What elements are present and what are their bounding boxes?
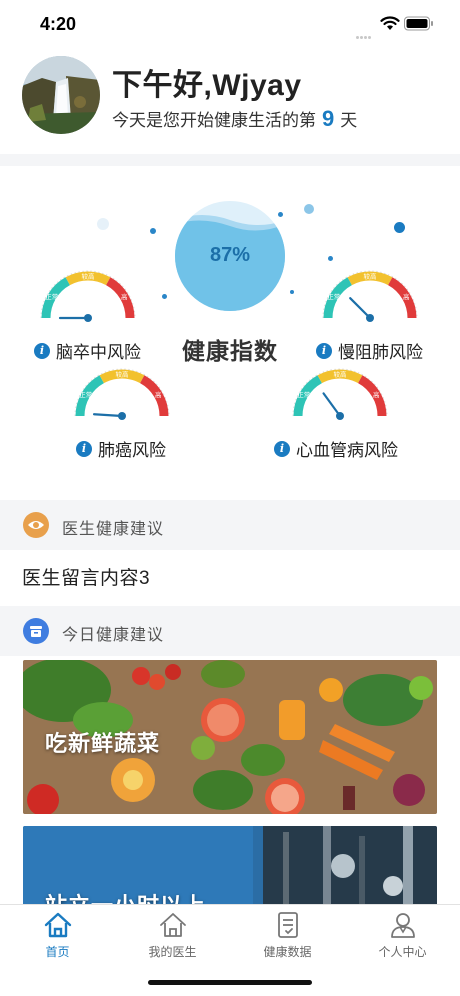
doctor-advice-header: 医生健康建议 (0, 500, 460, 550)
health-index-title: 健康指数 (182, 338, 278, 364)
tab-label: 个人中心 (378, 945, 427, 959)
risk-label-text: 心血管病风险 (296, 441, 398, 460)
status-bar: 4:20 (0, 0, 460, 46)
risk-label-stroke[interactable]: i 脑卒中风险 (34, 338, 141, 363)
gauge-zone-label: 正常 (79, 390, 92, 399)
health-score-percent: 87% (209, 244, 251, 266)
day-suffix: 天 (340, 111, 358, 130)
decor-bubble (304, 204, 314, 214)
battery-icon (404, 16, 433, 31)
home-indicator (148, 980, 312, 985)
tip-title: 吃新鲜蔬菜 (45, 731, 161, 756)
daily-advice-header: 今日健康建议 (0, 606, 460, 656)
gauge-needle (92, 413, 124, 418)
doctor-message[interactable]: 医生留言内容3 (22, 563, 150, 590)
doctor-advice-title: 医生健康建议 (62, 521, 165, 538)
gauge-zone-label: 正常 (45, 292, 58, 301)
gauge-zone-label: 高 (121, 292, 128, 301)
greeting-text: 下午好,Wjyay (112, 69, 302, 102)
home-outline-icon (159, 913, 186, 937)
gauge-zone-label: 高 (403, 292, 410, 301)
user-icon (390, 913, 415, 938)
risk-label-text: 肺癌风险 (98, 441, 166, 460)
decor-bubble (394, 222, 405, 233)
day-count: 9 (322, 106, 335, 131)
gauge-cardiovascular-risk[interactable]: 正常 较高高 (288, 364, 392, 426)
clipboard-icon (277, 912, 298, 938)
tip-card-vegetables[interactable]: 吃新鲜蔬菜 (23, 660, 437, 814)
gauge-hub (84, 314, 92, 322)
archive-icon (23, 618, 49, 644)
gauge-needle (349, 297, 372, 320)
gauge-zone-label: 较高 (116, 370, 130, 379)
gauge-zone-label: 正常 (327, 292, 340, 301)
tab-health-data[interactable]: 健康数据 (230, 911, 345, 967)
risk-label-cardiovascular[interactable]: i 心血管病风险 (274, 436, 398, 461)
decor-bubble (97, 218, 109, 230)
gauge-lung-cancer-risk[interactable]: 正常 较高高 (70, 364, 174, 426)
info-icon: i (274, 440, 290, 457)
decor-bubble (162, 294, 167, 299)
wifi-icon (380, 16, 400, 30)
daily-advice-title: 今日健康建议 (62, 627, 165, 644)
divider-band (0, 154, 460, 166)
avatar-landscape-image (22, 56, 100, 134)
gauge-zone-label: 较高 (82, 272, 96, 281)
day-prefix: 今天是您开始健康生活的第 (112, 111, 316, 130)
tab-profile[interactable]: 个人中心 (345, 911, 460, 967)
gauge-copd-risk[interactable]: 正常 较高高 (318, 266, 422, 328)
decor-bubble (328, 256, 333, 261)
days-counter-line: 今天是您开始健康生活的第 9 天 (112, 106, 357, 132)
gauge-zone-label: 较高 (364, 272, 378, 281)
gauge-hub (118, 412, 126, 420)
status-time: 4:20 (40, 14, 77, 34)
eye-icon (23, 512, 49, 538)
risk-label-text: 慢阻肺风险 (338, 343, 423, 362)
tab-label: 我的医生 (148, 945, 197, 959)
gauge-hub (366, 314, 374, 322)
profile-header: 下午好,Wjyay 今天是您开始健康生活的第 9 天 (0, 46, 460, 154)
decor-bubble (150, 228, 156, 234)
info-icon: i (76, 440, 92, 457)
risk-label-copd[interactable]: i 慢阻肺风险 (316, 338, 423, 363)
signal-dots-icon (356, 26, 376, 39)
info-icon: i (34, 342, 50, 359)
info-icon: i (316, 342, 332, 359)
health-index-panel: 87% 健康指数 正常 较高高 i 脑卒中风险 正常 较高高 i 慢阻肺风险 正常较… (0, 166, 460, 492)
tab-home[interactable]: 首页 (0, 911, 115, 967)
gauge-needle (322, 392, 342, 418)
tip-card-standing[interactable]: 站立一小时以上 (23, 826, 437, 916)
gauge-zone-label: 高 (155, 390, 162, 399)
gauge-zone-label: 高 (373, 390, 380, 399)
tab-my-doctor[interactable]: 我的医生 (115, 911, 230, 967)
gauge-zone-label: 正常 (297, 390, 310, 399)
health-score-ball[interactable]: 87% (174, 200, 286, 312)
gauge-zone-label: 较高 (334, 370, 348, 379)
risk-label-text: 脑卒中风险 (56, 343, 141, 362)
home-icon (44, 912, 71, 938)
avatar[interactable] (22, 56, 100, 134)
gauge-hub (336, 412, 344, 420)
decor-bubble (290, 290, 294, 294)
tab-label: 首页 (45, 945, 70, 959)
gauge-stroke-risk[interactable]: 正常 较高高 (36, 266, 140, 328)
risk-label-lung-cancer[interactable]: i 肺癌风险 (76, 436, 166, 461)
tab-label: 健康数据 (263, 945, 312, 959)
